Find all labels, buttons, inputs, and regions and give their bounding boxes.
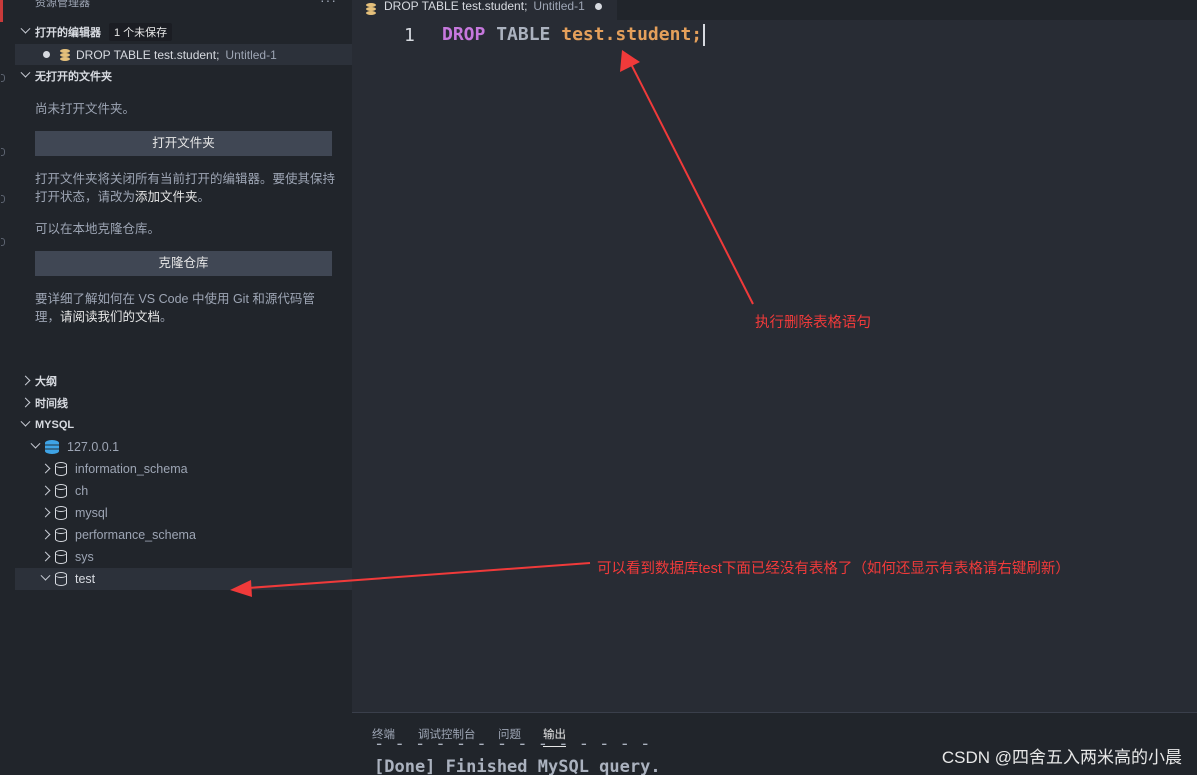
- annotation-overlay: [230, 50, 754, 597]
- arrow-line: [247, 562, 591, 589]
- annotation-no-tables: 可以看到数据库test下面已经没有表格了（如何还显示有表格请右键刷新）: [597, 561, 1070, 577]
- arrow-head: [620, 50, 640, 72]
- arrow-head: [230, 580, 252, 597]
- watermark: CSDN @四舍五入两米高的小晨: [941, 748, 1182, 767]
- annotation-drop-table: 执行删除表格语句: [755, 315, 871, 331]
- arrow-line: [629, 61, 754, 305]
